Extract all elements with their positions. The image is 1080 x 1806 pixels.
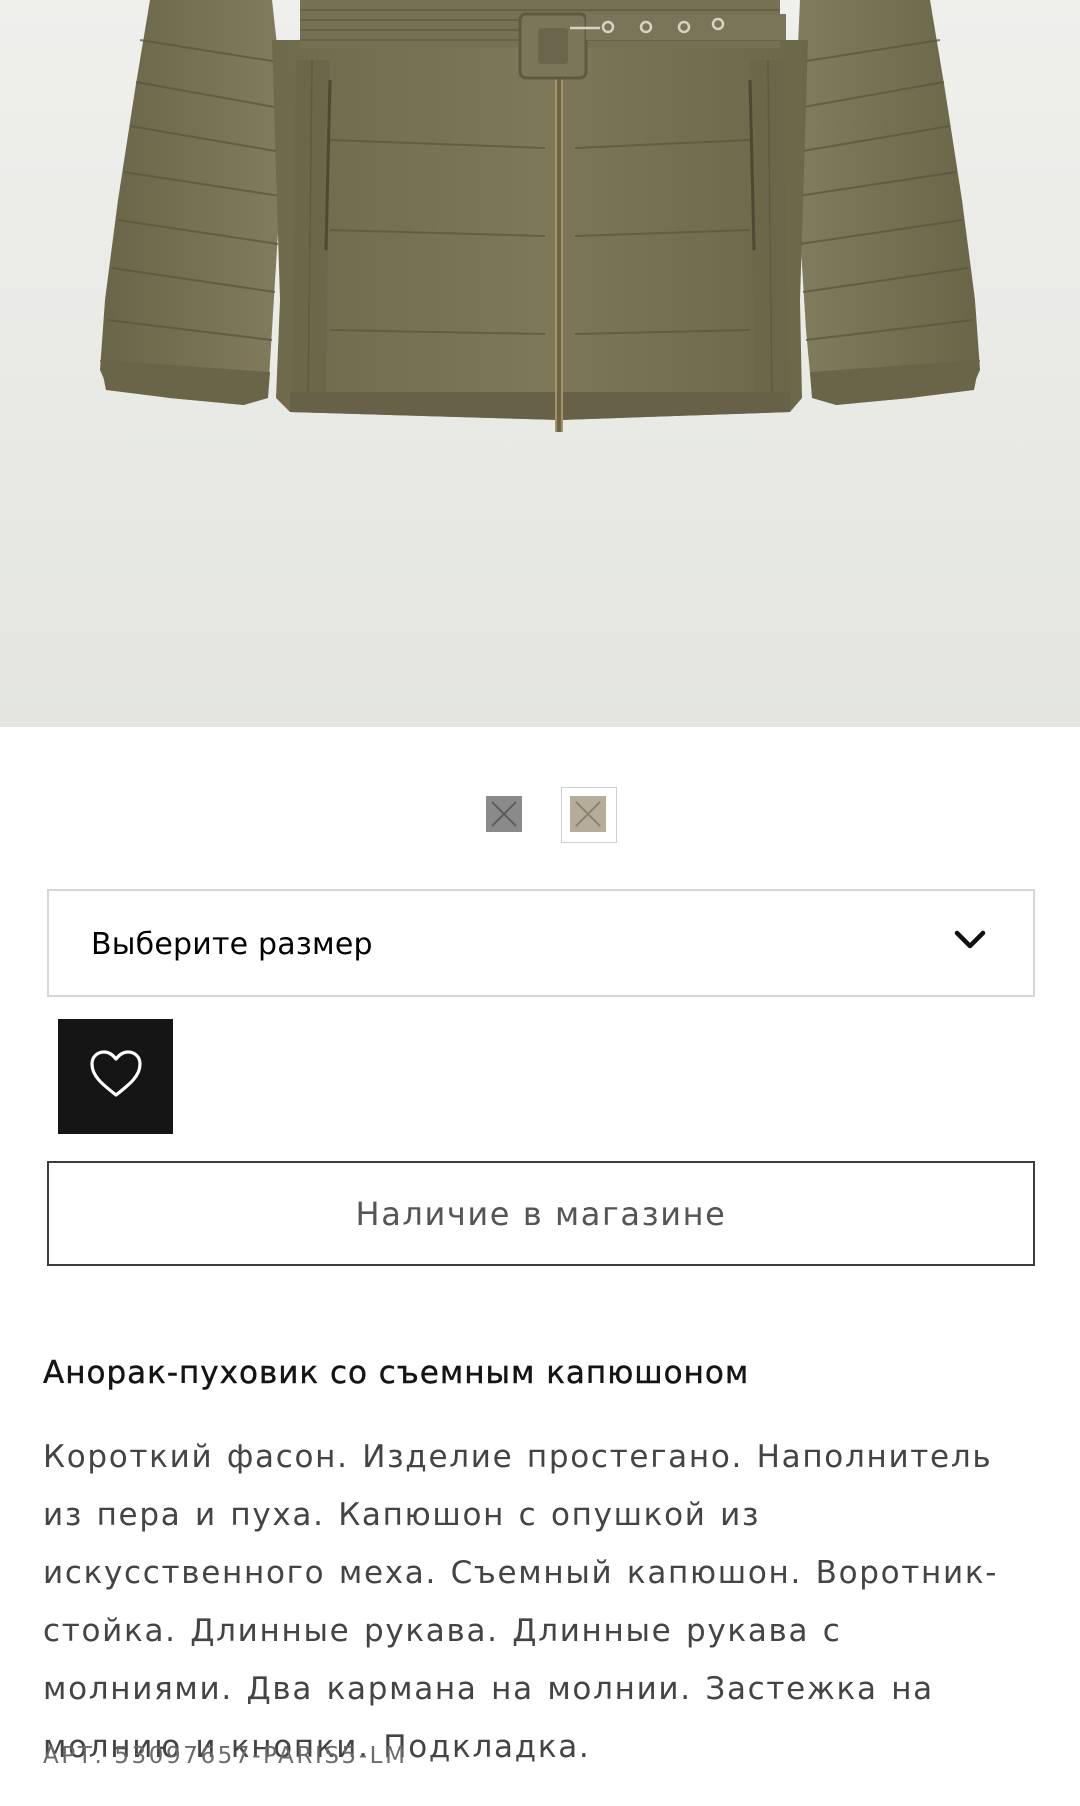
- color-swatch-khaki[interactable]: [570, 796, 606, 832]
- chevron-down-icon: [954, 930, 986, 949]
- store-availability-button[interactable]: Наличие в магазине: [47, 1161, 1035, 1266]
- product-title: Анорак-пуховик со съемным капюшоном: [43, 1355, 750, 1391]
- store-availability-label: Наличие в магазине: [355, 1194, 727, 1233]
- product-image[interactable]: [0, 0, 1080, 727]
- size-select-label: Выберите размер: [91, 927, 373, 962]
- product-sku: АРТ. 53097657-PARIS5-LM: [43, 1743, 408, 1769]
- color-swatch-grey-icon: [486, 796, 522, 832]
- add-to-favorites-button[interactable]: [58, 1019, 173, 1134]
- color-swatch-grey[interactable]: [486, 796, 522, 832]
- size-select[interactable]: Выберите размер: [47, 889, 1035, 997]
- heart-icon: [90, 1050, 142, 1097]
- product-description: Короткий фасон. Изделие простегано. Напо…: [43, 1439, 999, 1765]
- jacket-illustration: [100, 0, 980, 432]
- color-swatch-khaki-icon: [570, 796, 606, 832]
